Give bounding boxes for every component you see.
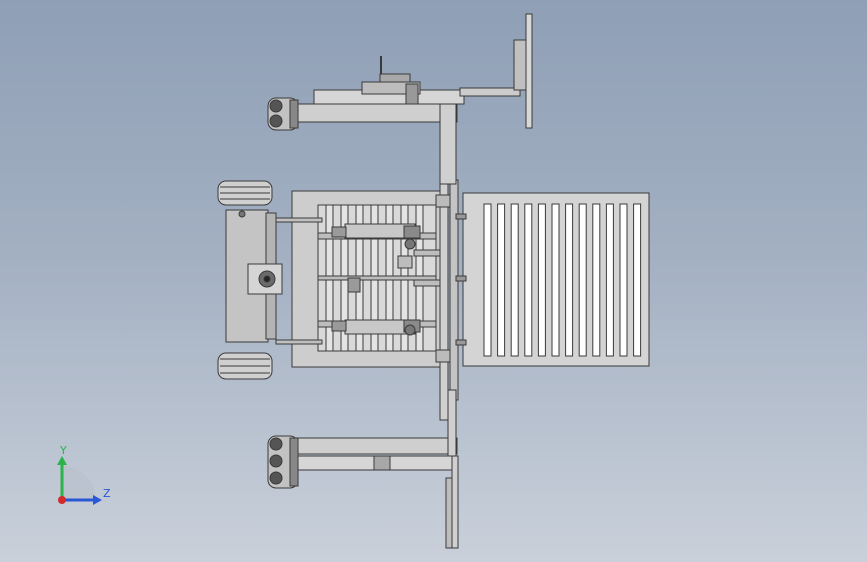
- lower-cylinder: [331, 319, 421, 336]
- platform-slot: [578, 203, 587, 357]
- bottom-caster: [267, 435, 299, 489]
- platform-slot: [633, 203, 642, 357]
- platform-slot: [537, 203, 546, 357]
- lower-wheel: [217, 352, 273, 380]
- bottom-arm: [294, 389, 459, 549]
- cad-viewport[interactable]: Y Z: [0, 0, 867, 562]
- grated-platform: [462, 192, 650, 367]
- platform-slot: [483, 203, 492, 357]
- platform-slot: [565, 203, 574, 357]
- platform-slot: [497, 203, 506, 357]
- platform-slot: [510, 203, 519, 357]
- triad-origin: [58, 496, 66, 504]
- top-arm: [294, 56, 465, 185]
- z-axis-label: Z: [103, 487, 111, 500]
- y-axis-arrow: [57, 456, 67, 465]
- platform-slot: [605, 203, 614, 357]
- top-caster: [267, 97, 299, 131]
- machine-assembly: [217, 13, 650, 549]
- platform-slot: [592, 203, 601, 357]
- platform-slot: [619, 203, 628, 357]
- top-mount-plate: [459, 13, 533, 129]
- orientation-triad: Y Z: [57, 444, 111, 505]
- platform-slot: [551, 203, 560, 357]
- platform-slot: [524, 203, 533, 357]
- upper-wheel: [217, 180, 273, 206]
- motor-box: [225, 209, 283, 343]
- y-axis-label: Y: [59, 444, 67, 457]
- z-axis-arrow: [93, 495, 102, 505]
